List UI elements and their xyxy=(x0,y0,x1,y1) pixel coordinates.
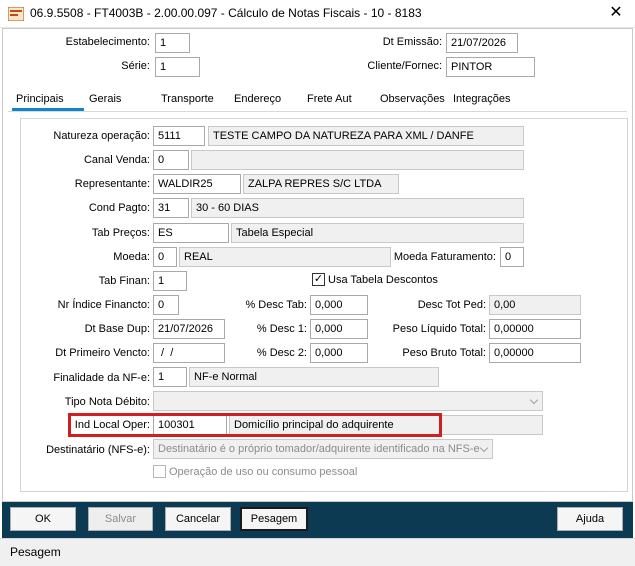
status-text: Pesagem xyxy=(10,545,61,559)
representante-label: Representante: xyxy=(74,178,150,190)
moeda-desc-field: REAL xyxy=(179,247,391,267)
window-title: 06.9.5508 - FT4003B - 2.00.00.097 - Cálc… xyxy=(30,6,422,20)
cliente-field[interactable]: PINTOR xyxy=(446,57,535,77)
serie-field[interactable]: 1 xyxy=(155,57,200,77)
desc-1-label: % Desc 1: xyxy=(256,323,307,335)
destinatario-label: Destinatário (NFS-e): xyxy=(46,444,150,456)
canal-venda-label: Canal Venda: xyxy=(83,154,150,166)
pesagem-button[interactable]: Pesagem xyxy=(240,507,308,531)
canal-venda-desc-field xyxy=(191,150,524,170)
tipo-nota-debito-chevron-icon xyxy=(527,392,543,410)
tipo-nota-debito-select[interactable] xyxy=(153,391,543,411)
dt-base-dup-field[interactable]: 21/07/2026 xyxy=(153,319,225,339)
cancelar-button[interactable]: Cancelar xyxy=(165,507,231,531)
destinatario-chevron-icon xyxy=(477,440,493,458)
tab-observacoes[interactable]: Observações xyxy=(380,93,445,105)
usa-tabela-descontos-checkbox[interactable]: ✓ xyxy=(312,273,325,286)
dt-primeiro-vencto-field[interactable]: / / xyxy=(153,343,225,363)
estabelecimento-field[interactable]: 1 xyxy=(155,33,190,53)
tab-integracoes[interactable]: Integrações xyxy=(453,93,510,105)
dt-emissao-field[interactable]: 21/07/2026 xyxy=(446,33,518,53)
operacao-uso-consumo-checkbox[interactable] xyxy=(153,465,166,478)
peso-bruto-label: Peso Bruto Total: xyxy=(402,347,486,359)
finalidade-code-field[interactable]: 1 xyxy=(153,367,187,387)
ok-button[interactable]: OK xyxy=(10,507,76,531)
finalidade-desc-field: NF-e Normal xyxy=(189,367,439,387)
salvar-button[interactable]: Salvar xyxy=(88,507,153,531)
natureza-label: Natureza operação: xyxy=(53,130,150,142)
highlight-box xyxy=(68,413,442,437)
desc-tab-field[interactable]: 0,000 xyxy=(310,295,368,315)
tab-finan-field[interactable]: 1 xyxy=(153,271,187,291)
peso-liquido-label: Peso Líquido Total: xyxy=(392,323,486,335)
tab-precos-label: Tab Preços: xyxy=(91,227,150,239)
tabs-divider xyxy=(8,111,627,112)
tab-precos-code-field[interactable]: ES xyxy=(153,223,229,243)
representante-code-field[interactable]: WALDIR25 xyxy=(153,174,241,194)
cond-pagto-code-field[interactable]: 31 xyxy=(153,198,189,218)
canal-venda-field[interactable]: 0 xyxy=(153,150,189,170)
estabelecimento-label: Estabelecimento: xyxy=(65,36,150,48)
desc-tab-label: % Desc Tab: xyxy=(245,299,307,311)
natureza-code-field[interactable]: 5111 xyxy=(153,126,205,146)
nr-indice-financto-label: Nr Índice Financto: xyxy=(57,299,150,311)
moeda-label: Moeda: xyxy=(113,251,150,263)
desc-2-label: % Desc 2: xyxy=(256,347,307,359)
usa-tabela-descontos-label: Usa Tabela Descontos xyxy=(328,274,438,286)
app-icon xyxy=(8,7,24,21)
dt-base-dup-label: Dt Base Dup: xyxy=(84,323,150,335)
tab-precos-desc-field: Tabela Especial xyxy=(231,223,524,243)
natureza-desc-field: TESTE CAMPO DA NATUREZA PARA XML / DANFE xyxy=(208,126,524,146)
nr-indice-financto-field[interactable]: 0 xyxy=(153,295,179,315)
desc-1-field[interactable]: 0,000 xyxy=(310,319,368,339)
desc-tot-ped-field: 0,00 xyxy=(489,295,581,315)
serie-label: Série: xyxy=(121,60,150,72)
tab-principais[interactable]: Principais xyxy=(16,93,64,105)
tab-transporte[interactable]: Transporte xyxy=(161,93,214,105)
cliente-label: Cliente/Fornec: xyxy=(367,60,442,72)
tab-frete-aut[interactable]: Frete Aut xyxy=(307,93,352,105)
tab-finan-label: Tab Finan: xyxy=(98,275,150,287)
desc-2-field[interactable]: 0,000 xyxy=(310,343,368,363)
tab-gerais[interactable]: Gerais xyxy=(89,93,121,105)
tipo-nota-debito-label: Tipo Nota Débito: xyxy=(64,396,150,408)
dt-primeiro-vencto-label: Dt Primeiro Vencto: xyxy=(55,347,150,359)
moeda-code-field[interactable]: 0 xyxy=(153,247,177,267)
cond-pagto-label: Cond Pagto: xyxy=(88,202,150,214)
peso-bruto-field[interactable]: 0,00000 xyxy=(489,343,581,363)
finalidade-label: Finalidade da NF-e: xyxy=(53,372,150,384)
tab-endereco[interactable]: Endereço xyxy=(234,93,281,105)
representante-desc-field: ZALPA REPRES S/C LTDA xyxy=(243,174,399,194)
close-icon[interactable]: ✕ xyxy=(600,2,632,26)
moeda-faturamento-label: Moeda Faturamento: xyxy=(393,251,496,263)
peso-liquido-field[interactable]: 0,00000 xyxy=(489,319,581,339)
moeda-faturamento-field[interactable]: 0 xyxy=(500,247,524,267)
desc-tot-ped-label: Desc Tot Ped: xyxy=(417,299,486,311)
operacao-uso-consumo-label: Operação de uso ou consumo pessoal xyxy=(169,466,358,478)
dt-emissao-label: Dt Emissão: xyxy=(382,36,442,48)
destinatario-select[interactable]: Destinatário é o próprio tomador/adquire… xyxy=(153,439,493,459)
ajuda-button[interactable]: Ajuda xyxy=(557,507,623,531)
status-bar xyxy=(0,538,635,566)
cond-pagto-desc-field: 30 - 60 DIAS xyxy=(191,198,524,218)
